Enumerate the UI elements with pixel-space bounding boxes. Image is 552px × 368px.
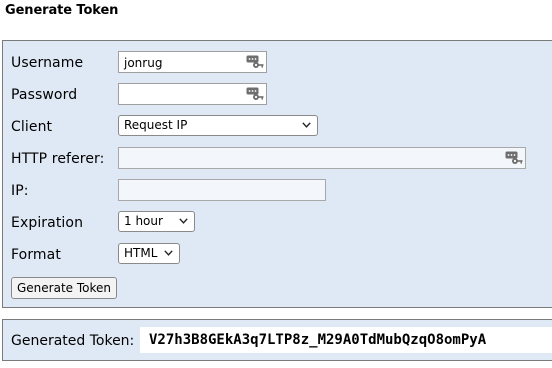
expiration-selected-value: 1 hour [124, 214, 163, 228]
format-row: Format HTML [11, 243, 551, 267]
referer-label: HTTP referer: [11, 151, 105, 167]
client-selected-value: Request IP [124, 118, 188, 132]
password-manager-key-icon[interactable] [246, 87, 264, 101]
token-form: Username jonrug Password Client Request … [2, 40, 552, 308]
format-label: Format [11, 247, 61, 263]
chevron-down-icon [179, 218, 188, 224]
generated-token-panel: Generated Token: V27h3B8GEkA3q7LTP8z_M29… [2, 319, 552, 361]
password-field[interactable] [118, 83, 267, 105]
generated-token-value[interactable]: V27h3B8GEkA3q7LTP8z_M29A0TdMubQzqO8omPyA [140, 327, 552, 353]
expiration-select[interactable]: 1 hour [118, 211, 195, 232]
password-row: Password [11, 83, 551, 107]
format-selected-value: HTML [124, 246, 158, 260]
referer-field[interactable] [118, 147, 526, 169]
ip-field[interactable] [118, 179, 326, 201]
generate-token-button[interactable]: Generate Token [11, 277, 118, 299]
client-row: Client Request IP [11, 115, 551, 139]
username-row: Username jonrug [11, 51, 551, 75]
password-label: Password [11, 87, 78, 103]
format-select[interactable]: HTML [118, 243, 180, 264]
expiration-label: Expiration [11, 215, 84, 231]
chevron-down-icon [164, 250, 173, 256]
username-field[interactable]: jonrug [118, 51, 267, 73]
client-label: Client [11, 119, 53, 135]
client-select[interactable]: Request IP [118, 115, 318, 136]
password-manager-key-icon[interactable] [246, 55, 264, 69]
username-value: jonrug [124, 56, 163, 70]
generated-token-label: Generated Token: [11, 333, 135, 349]
ip-label: IP: [11, 183, 29, 199]
page-title: Generate Token [5, 3, 119, 18]
chevron-down-icon [302, 122, 311, 128]
username-label: Username [11, 55, 84, 71]
expiration-row: Expiration 1 hour [11, 211, 551, 235]
ip-row: IP: [11, 179, 551, 203]
password-manager-key-icon[interactable] [505, 151, 523, 165]
referer-row: HTTP referer: [11, 147, 551, 171]
